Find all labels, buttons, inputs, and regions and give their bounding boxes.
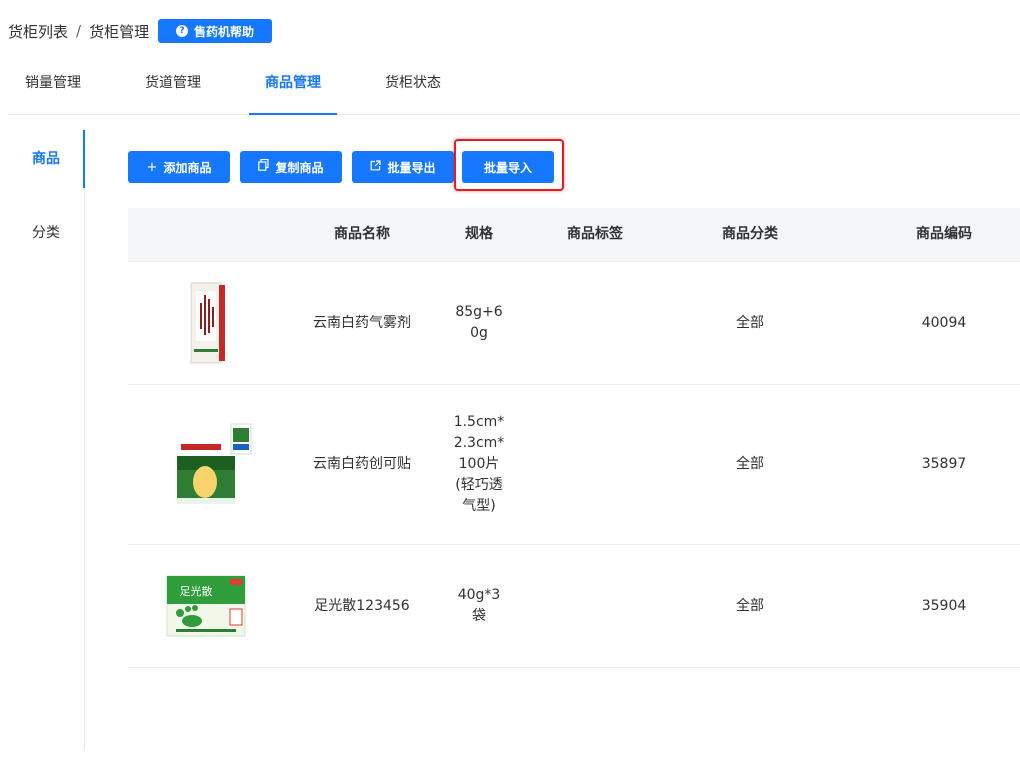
sidebar-item-products[interactable]: 商品: [8, 130, 85, 188]
breadcrumb-item-cabinet-manage: 货柜管理: [89, 22, 150, 41]
product-code: 40094: [921, 314, 967, 331]
product-spec: 40g*3袋: [457, 587, 501, 624]
tab-sales[interactable]: 销量管理: [8, 62, 98, 114]
copy-product-button[interactable]: 复制商品: [240, 151, 342, 183]
product-category: 全部: [736, 597, 764, 614]
copy-product-label: 复制商品: [275, 160, 324, 175]
product-name: 云南白药气雾剂: [313, 314, 411, 331]
product-name: 足光散123456: [314, 597, 410, 614]
column-header-category: 商品分类: [722, 226, 778, 242]
breadcrumb-separator: /: [76, 22, 82, 40]
sidebar-item-categories[interactable]: 分类: [8, 204, 84, 262]
product-category: 全部: [736, 456, 764, 472]
column-header-tag: 商品标签: [567, 226, 623, 242]
batch-export-button[interactable]: 批量导出: [352, 151, 454, 183]
product-table: 商品名称 规格 商品标签 商品分类 商品编码 云南白药气雾剂 85g+60g 全…: [128, 208, 1020, 668]
product-code: 35897: [921, 456, 967, 472]
product-tag: [525, 262, 665, 384]
tab-bar: 销量管理 货道管理 商品管理 货柜状态: [8, 62, 1020, 115]
table-row[interactable]: 足光散 足光散123456 40g*3袋 全部 35904: [128, 545, 1020, 668]
product-category: 全部: [736, 314, 764, 331]
product-code: 35904: [921, 597, 967, 614]
product-image: [168, 385, 256, 544]
column-header-code: 商品编码: [916, 226, 972, 242]
breadcrumb-item-cabinet-list[interactable]: 货柜列表: [8, 21, 68, 42]
column-header-name: 商品名称: [334, 226, 390, 242]
product-tag: [525, 545, 665, 667]
table-row[interactable]: 云南白药创可贴 1.5cm*2.3cm*100片(轻巧透气型) 全部 35897: [128, 385, 1020, 545]
product-spec: 1.5cm*2.3cm*100片(轻巧透气型): [453, 414, 505, 514]
tab-cabinet-status[interactable]: 货柜状态: [368, 62, 458, 114]
table-row[interactable]: 云南白药气雾剂 85g+60g 全部 40094: [128, 262, 1020, 385]
tab-products[interactable]: 商品管理: [249, 62, 337, 115]
product-image: [168, 262, 248, 384]
side-nav: 商品 分类: [8, 130, 85, 750]
help-button[interactable]: ? 售药机帮助: [158, 19, 272, 43]
copy-icon: [258, 158, 270, 175]
breadcrumb: 货柜列表 / 货柜管理: [8, 18, 149, 44]
add-product-button[interactable]: + 添加商品: [128, 151, 230, 183]
add-product-label: 添加商品: [163, 160, 212, 175]
import-button-highlight: [454, 139, 564, 191]
batch-export-label: 批量导出: [387, 160, 436, 175]
plus-icon: +: [146, 159, 158, 175]
table-header: 商品名称 规格 商品标签 商品分类 商品编码: [128, 208, 1020, 262]
export-icon: [370, 159, 382, 175]
product-tag: [525, 385, 665, 544]
question-circle-icon: ?: [175, 25, 188, 37]
tab-channels[interactable]: 货道管理: [128, 62, 218, 114]
help-button-label: 售药机帮助: [193, 24, 254, 39]
product-spec: 85g+60g: [455, 304, 503, 341]
svg-text:足光散: 足光散: [180, 584, 213, 598]
product-image: 足光散: [166, 545, 246, 667]
column-header-spec: 规格: [465, 226, 493, 242]
product-name: 云南白药创可贴: [313, 456, 411, 472]
